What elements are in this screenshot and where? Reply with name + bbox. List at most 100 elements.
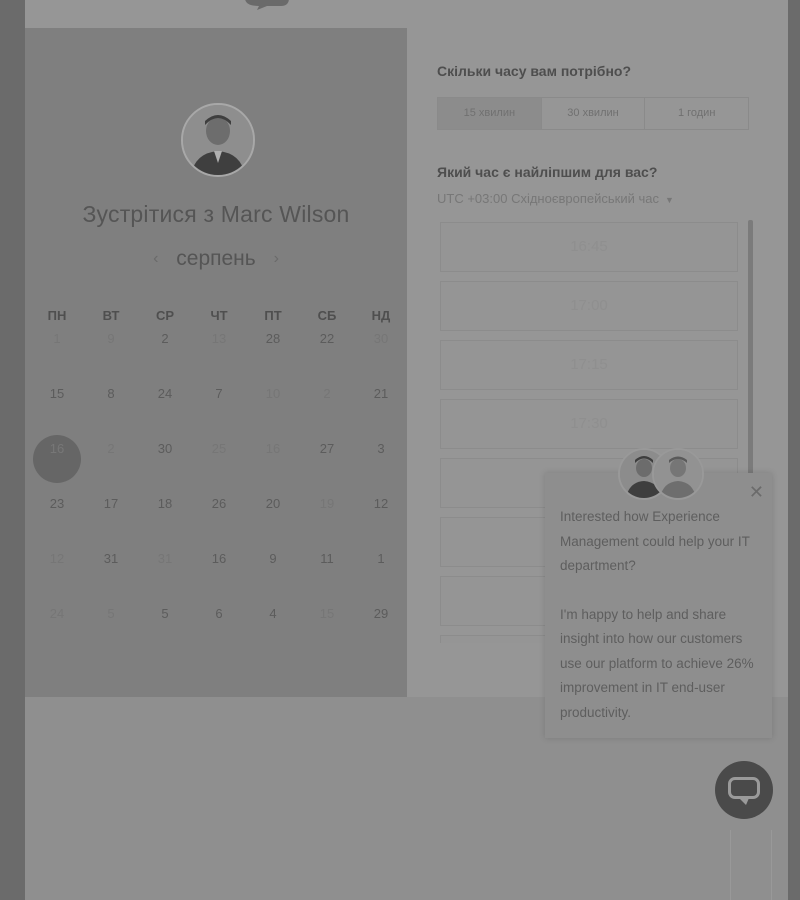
weekday-label: ПН bbox=[47, 308, 67, 323]
agent-avatar bbox=[652, 448, 704, 500]
chat-popup: ✕ Interested how Experience Management c… bbox=[545, 473, 772, 738]
calendar-day-selected[interactable]: 16 bbox=[30, 435, 84, 483]
calendar-day: 16 bbox=[246, 438, 300, 460]
calendar-day-number: 6 bbox=[215, 606, 223, 621]
calendar-day[interactable]: 11 bbox=[300, 548, 354, 570]
time-slot[interactable]: 17:00 bbox=[440, 281, 738, 331]
calendar-day-number: 20 bbox=[265, 496, 281, 511]
calendar-day-number: 31 bbox=[103, 551, 119, 566]
calendar-day[interactable]: 24 bbox=[138, 383, 192, 405]
calendar-day: 15 bbox=[300, 603, 354, 625]
calendar-day-number: 22 bbox=[319, 331, 335, 346]
weekday-label: СБ bbox=[317, 308, 337, 323]
timezone-select[interactable]: UTC +03:00 Східноєвропейський час ▼ bbox=[437, 191, 674, 206]
weekday-label: СР bbox=[155, 308, 175, 323]
calendar-day-number: 1 bbox=[53, 331, 61, 346]
time-slot[interactable]: 17:15 bbox=[440, 340, 738, 390]
calendar-day-number: 26 bbox=[211, 496, 227, 511]
calendar-day[interactable]: 29 bbox=[354, 603, 408, 625]
calendar-day: 24 bbox=[30, 603, 84, 625]
month-label: серпень bbox=[176, 247, 256, 270]
calendar-day[interactable]: 16 bbox=[192, 548, 246, 570]
host-avatar bbox=[181, 103, 255, 177]
calendar-day-number: 10 bbox=[265, 386, 281, 401]
weekday-label: ВТ bbox=[102, 308, 120, 323]
calendar-day: 25 bbox=[192, 438, 246, 460]
calendar-day[interactable]: 15 bbox=[30, 383, 84, 405]
calendar-day-number: 16 bbox=[265, 441, 281, 456]
calendar-day-number: 2 bbox=[161, 331, 169, 346]
prev-month-icon[interactable]: ‹ bbox=[141, 250, 170, 268]
weekday-label: НД bbox=[371, 308, 391, 323]
calendar-day[interactable]: 20 bbox=[246, 493, 300, 515]
calendar-day[interactable]: 31 bbox=[84, 548, 138, 570]
calendar-day-number: 5 bbox=[161, 606, 169, 621]
calendar-day[interactable]: 17 bbox=[84, 493, 138, 515]
calendar-day-number: 24 bbox=[49, 606, 65, 621]
logo-icon bbox=[245, 0, 289, 10]
calendar-day[interactable]: 6 bbox=[192, 603, 246, 625]
calendar-day[interactable]: 21 bbox=[354, 383, 408, 405]
calendar-day-number: 12 bbox=[373, 496, 389, 511]
calendar-day[interactable]: 1 bbox=[354, 548, 408, 570]
calendar-day[interactable]: 23 bbox=[30, 493, 84, 515]
calendar-day-number: 16 bbox=[211, 551, 227, 566]
weekday-header: ПН ВТ СР ЧТ ПТ СБ НД bbox=[30, 308, 408, 323]
calendar-day-number: 17 bbox=[103, 496, 119, 511]
calendar-day-number: 19 bbox=[319, 496, 335, 511]
calendar-grid: 1 9 2 13 28 22 30 15 8 24 7 10 2 21 16 2 30 25 16 27 3 23 17 18… bbox=[30, 328, 408, 658]
duration-option-30[interactable]: 30 хвилин bbox=[542, 98, 646, 129]
top-bar bbox=[25, 0, 788, 29]
calendar-day: 2 bbox=[84, 438, 138, 460]
calendar-day: 19 bbox=[300, 493, 354, 515]
close-icon[interactable]: ✕ bbox=[749, 483, 764, 501]
calendar-day-number: 29 bbox=[373, 606, 389, 621]
calendar-day: 10 bbox=[246, 383, 300, 405]
next-month-icon[interactable]: › bbox=[262, 250, 291, 268]
calendar-day[interactable]: 12 bbox=[354, 493, 408, 515]
calendar-panel: Зустрітися з Marc Wilson ‹ серпень › ПН … bbox=[25, 28, 407, 697]
calendar-day-number: 7 bbox=[215, 386, 223, 401]
calendar-day[interactable]: 26 bbox=[192, 493, 246, 515]
chat-agents bbox=[618, 448, 704, 500]
calendar-day-number: 9 bbox=[269, 551, 277, 566]
calendar-day[interactable]: 2 bbox=[138, 328, 192, 350]
calendar-day[interactable]: 8 bbox=[84, 383, 138, 405]
calendar-day-number: 24 bbox=[157, 386, 173, 401]
host-title: Зустрітися з Marc Wilson bbox=[82, 201, 350, 227]
calendar-day-number: 30 bbox=[157, 441, 173, 456]
calendar-day: 13 bbox=[192, 328, 246, 350]
duration-option-60[interactable]: 1 годин bbox=[645, 98, 748, 129]
calendar-day[interactable]: 30 bbox=[138, 438, 192, 460]
slot-scrollbar[interactable] bbox=[748, 220, 753, 485]
calendar-day[interactable]: 28 bbox=[246, 328, 300, 350]
calendar-day: 12 bbox=[30, 548, 84, 570]
calendar-day[interactable]: 27 bbox=[300, 438, 354, 460]
calendar-day-number: 21 bbox=[373, 386, 389, 401]
calendar-day-number: 1 bbox=[377, 551, 385, 566]
calendar-day-number: 5 bbox=[107, 606, 115, 621]
calendar-day[interactable]: 5 bbox=[138, 603, 192, 625]
calendar-day: 31 bbox=[138, 548, 192, 570]
chat-bubble-tail-icon bbox=[739, 798, 749, 805]
calendar-day[interactable]: 9 bbox=[246, 548, 300, 570]
calendar-day[interactable]: 18 bbox=[138, 493, 192, 515]
duration-option-15[interactable]: 15 хвилин bbox=[438, 98, 542, 129]
calendar-day[interactable]: 22 bbox=[300, 328, 354, 350]
calendar-day-number: 13 bbox=[211, 331, 227, 346]
time-slot[interactable]: 16:45 bbox=[440, 222, 738, 272]
calendar-day[interactable]: 4 bbox=[246, 603, 300, 625]
calendar-day-number: 15 bbox=[319, 606, 335, 621]
calendar-day[interactable]: 7 bbox=[192, 383, 246, 405]
time-slot[interactable]: 17:30 bbox=[440, 399, 738, 449]
calendar-day-number: 2 bbox=[323, 386, 331, 401]
calendar-day-number: 25 bbox=[211, 441, 227, 456]
duration-selector: 15 хвилин 30 хвилин 1 годин bbox=[437, 97, 749, 130]
calendar-day-number: 3 bbox=[377, 441, 385, 456]
calendar-day: 5 bbox=[84, 603, 138, 625]
calendar-day[interactable]: 3 bbox=[354, 438, 408, 460]
chat-launcher-button[interactable] bbox=[715, 761, 773, 819]
calendar-day-number: 30 bbox=[373, 331, 389, 346]
chat-message: Interested how Experience Management cou… bbox=[560, 505, 760, 749]
calendar-day: 9 bbox=[84, 328, 138, 350]
